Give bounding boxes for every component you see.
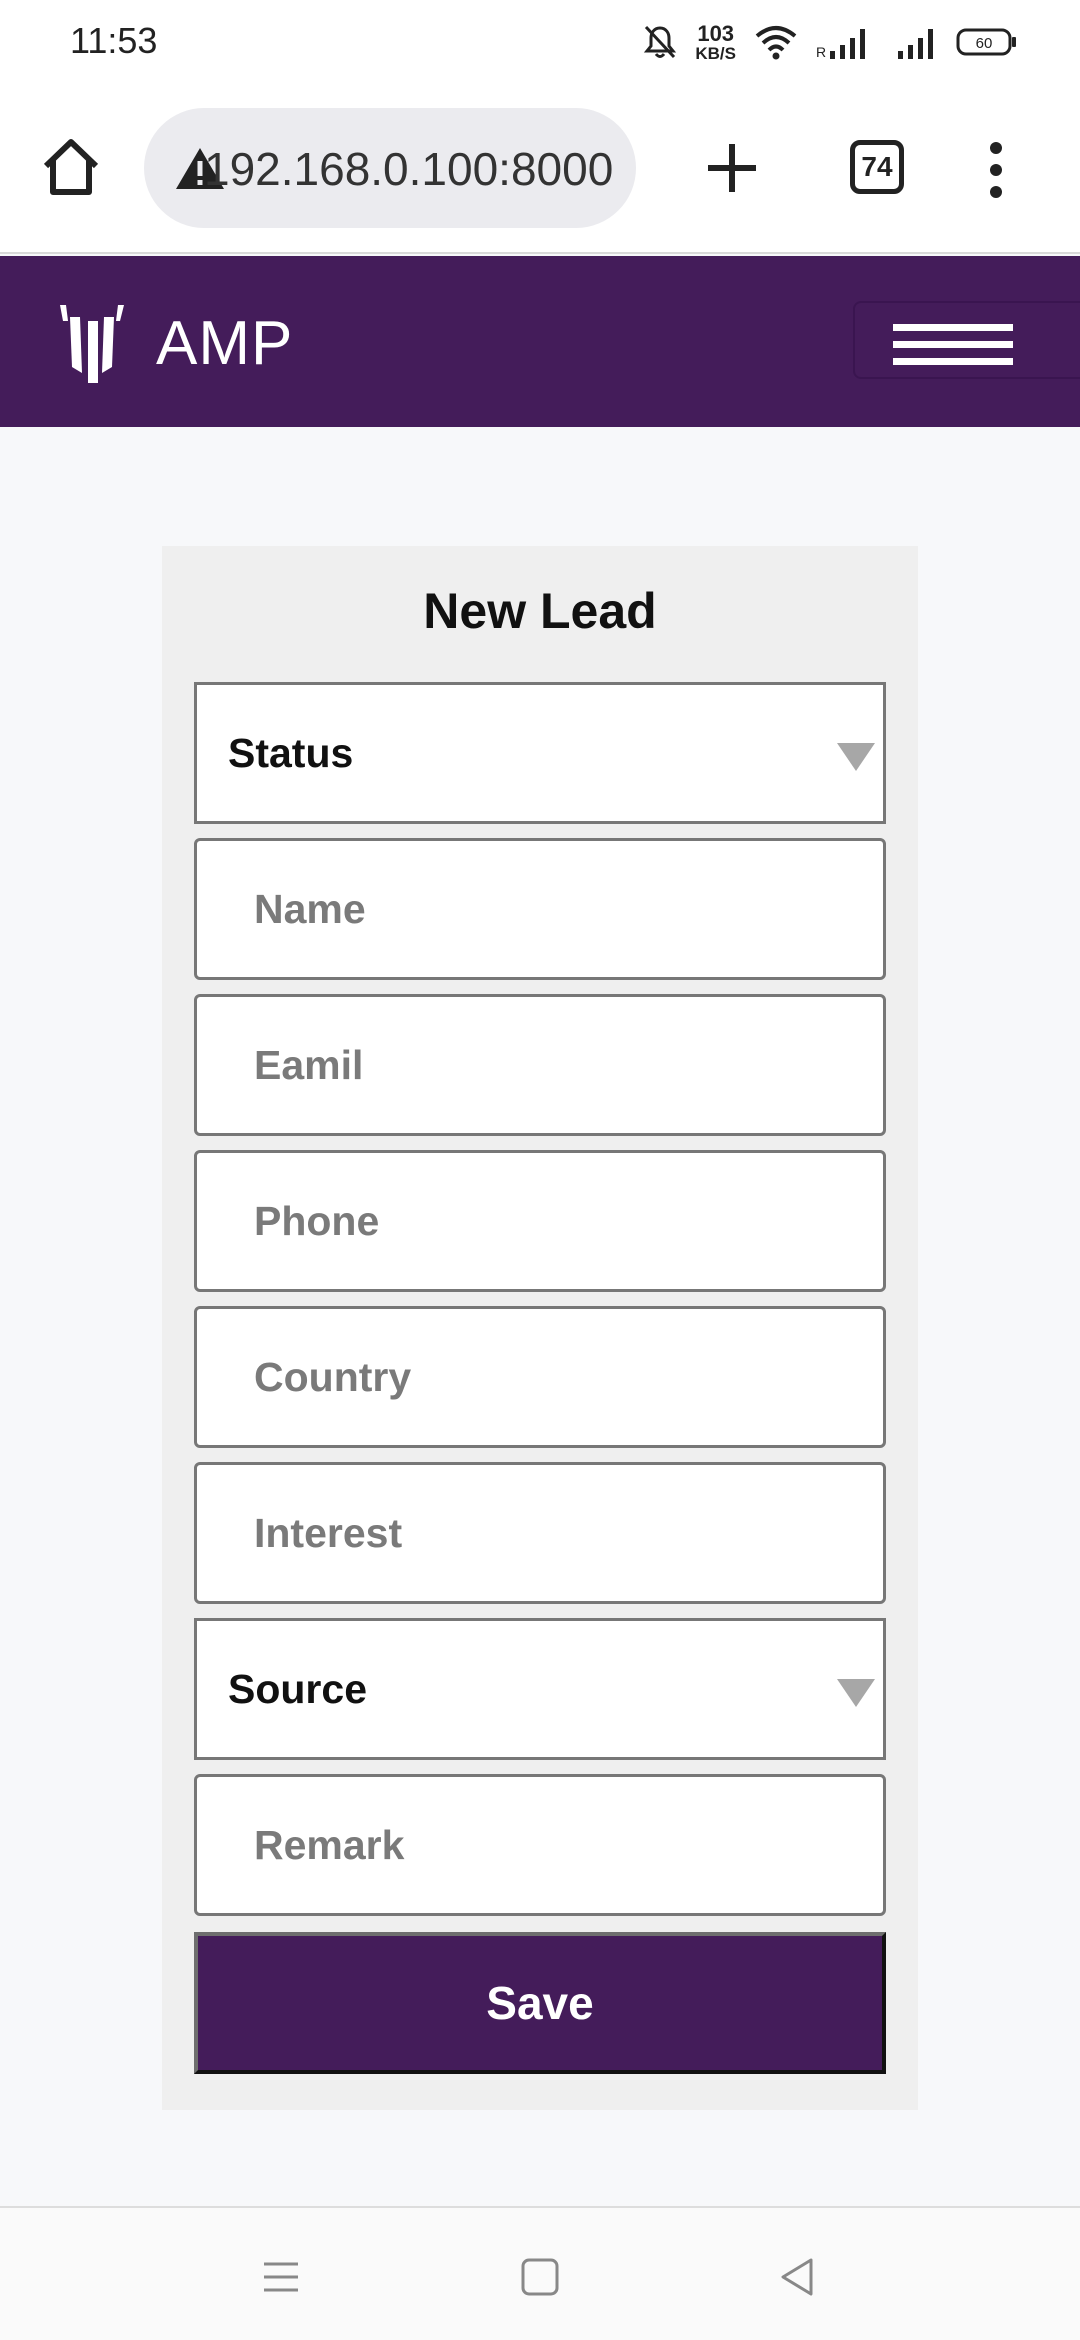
- tab-switcher-button[interactable]: 74: [850, 140, 904, 194]
- speed-unit: KB/S: [695, 43, 736, 63]
- hamburger-line: [893, 341, 1013, 348]
- form-title: New Lead: [423, 583, 657, 639]
- status-time: 11:53: [70, 20, 158, 61]
- save-button[interactable]: Save: [194, 1932, 886, 2074]
- bell-muted-icon: [644, 25, 677, 59]
- country-field[interactable]: [197, 1309, 883, 1445]
- more-options-icon[interactable]: [978, 140, 1014, 200]
- network-speed: 103 KB/S: [695, 20, 736, 63]
- logo[interactable]: AMP: [58, 300, 293, 386]
- status-select-label: Status: [228, 730, 354, 776]
- home-icon[interactable]: [38, 134, 104, 200]
- logo-mark-icon: [60, 305, 124, 383]
- roaming-label: R: [816, 44, 826, 59]
- home-nav-icon[interactable]: [517, 2254, 563, 2300]
- name-field-wrapper: [194, 838, 886, 980]
- logo-text: AMP: [156, 308, 294, 378]
- speed-value: 103: [697, 20, 735, 46]
- hamburger-line: [893, 324, 1013, 331]
- browser-toolbar: 192.168.0.100:8000 74: [0, 84, 1080, 254]
- remark-field-wrapper: [194, 1774, 886, 1916]
- wifi-icon: [755, 26, 797, 60]
- phone-field-wrapper: [194, 1150, 886, 1292]
- hamburger-menu-button[interactable]: [853, 301, 1080, 379]
- tab-count: 74: [861, 151, 893, 182]
- chevron-down-icon: [837, 1679, 875, 1707]
- battery-icon: 60: [956, 28, 1016, 56]
- signal-icon-2: [898, 29, 933, 59]
- phone-field[interactable]: [197, 1153, 883, 1289]
- email-field-wrapper: [194, 994, 886, 1136]
- status-select[interactable]: Status: [194, 682, 886, 824]
- status-icons: 103 KB/S R 60: [643, 20, 1018, 64]
- name-field[interactable]: [197, 841, 883, 977]
- country-field-wrapper: [194, 1306, 886, 1448]
- chevron-down-icon: [837, 743, 875, 771]
- address-bar[interactable]: 192.168.0.100:8000: [144, 108, 636, 228]
- signal-icon: R: [816, 29, 865, 59]
- source-select-label: Source: [228, 1666, 367, 1712]
- email-field[interactable]: [197, 997, 883, 1133]
- hamburger-line: [893, 358, 1013, 365]
- battery-level: 60: [976, 35, 993, 52]
- site-header: AMP: [0, 256, 1080, 427]
- interest-field[interactable]: [197, 1465, 883, 1601]
- new-tab-icon[interactable]: [700, 136, 764, 200]
- source-select[interactable]: Source: [194, 1618, 886, 1760]
- recent-apps-icon[interactable]: [258, 2254, 304, 2300]
- new-lead-form: New Lead Status Source Save: [162, 546, 918, 2110]
- interest-field-wrapper: [194, 1462, 886, 1604]
- remark-field[interactable]: [197, 1777, 883, 1913]
- back-icon[interactable]: [775, 2254, 821, 2300]
- status-bar: 11:53 103 KB/S R 60: [0, 0, 1080, 84]
- url-text: 192.168.0.100:8000: [204, 143, 614, 195]
- system-nav-bar: [0, 2206, 1080, 2340]
